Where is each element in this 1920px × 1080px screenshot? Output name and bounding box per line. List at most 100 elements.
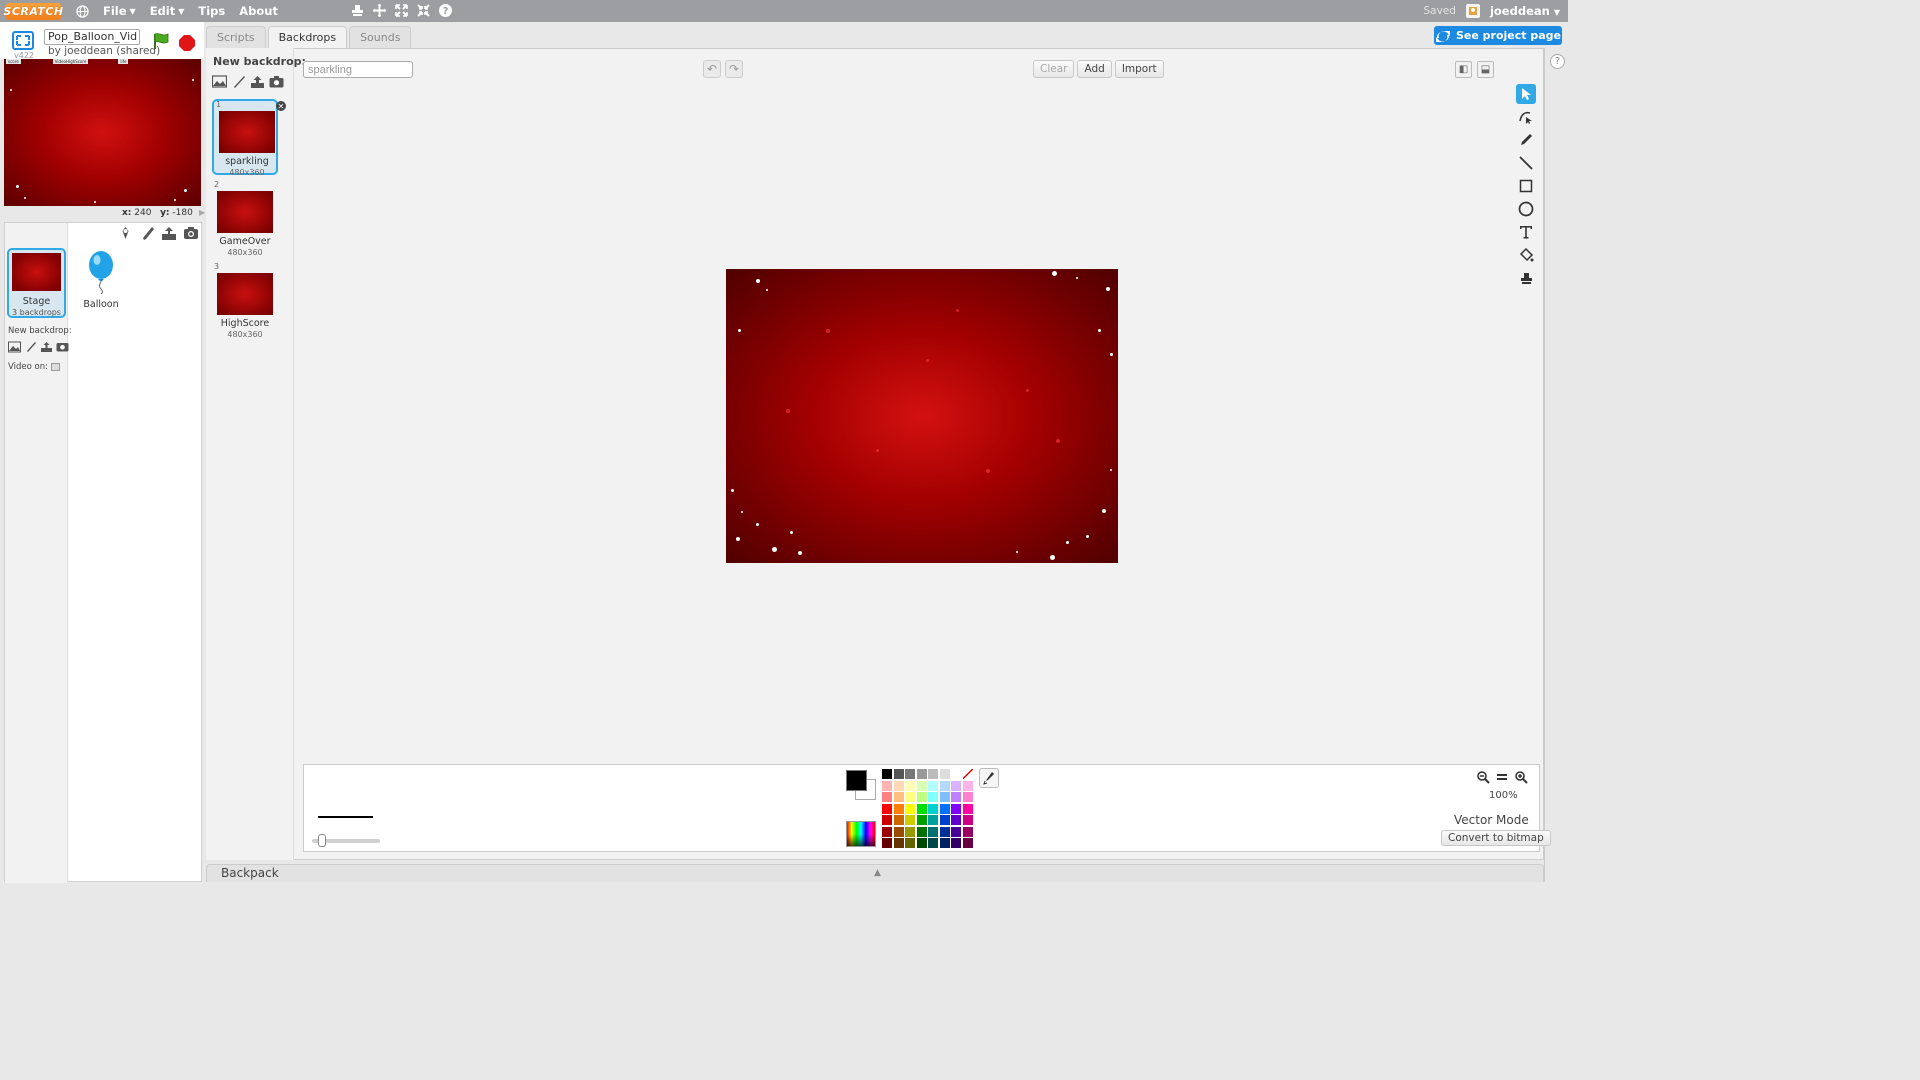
color-swatch[interactable]	[893, 780, 904, 791]
color-swatch[interactable]	[905, 769, 915, 779]
text-tool-icon[interactable]	[1516, 222, 1536, 242]
color-swatch[interactable]	[951, 780, 961, 791]
duplicate-stamp-icon[interactable]	[350, 3, 365, 21]
camera-icon[interactable]	[56, 340, 69, 353]
stage-preview[interactable]: score VideoHighScore life	[4, 59, 201, 206]
delete-backdrop-close-icon[interactable]: ✕	[276, 101, 286, 111]
color-swatch[interactable]	[962, 826, 973, 837]
color-swatch[interactable]	[882, 838, 892, 848]
expand-arrow-icon[interactable]: ▲	[874, 868, 881, 878]
language-globe-icon[interactable]	[75, 4, 89, 18]
color-swatch[interactable]	[916, 803, 927, 814]
color-swatch[interactable]	[916, 769, 927, 779]
color-swatch[interactable]	[939, 815, 950, 825]
color-swatch[interactable]	[939, 769, 950, 779]
video-checkbox[interactable]	[50, 363, 60, 371]
color-swatch[interactable]	[928, 792, 938, 802]
backdrop-library-icon[interactable]	[8, 340, 21, 353]
color-swatch[interactable]	[928, 826, 938, 837]
primary-color-swatch[interactable]	[846, 770, 867, 791]
camera-icon[interactable]	[183, 225, 199, 241]
delete-scissors-icon[interactable]	[372, 3, 387, 21]
green-flag-icon[interactable]	[152, 32, 170, 50]
color-swatch[interactable]	[962, 838, 973, 848]
color-swatch[interactable]	[962, 780, 973, 791]
username-menu[interactable]: joeddean ▼	[1490, 4, 1560, 18]
upload-icon[interactable]	[40, 340, 53, 353]
avatar[interactable]	[1465, 4, 1480, 18]
color-swatch[interactable]	[962, 815, 973, 825]
camera-icon[interactable]	[269, 74, 284, 89]
color-swatch[interactable]	[928, 769, 938, 779]
redo-icon[interactable]: ↷	[725, 60, 743, 78]
tab-backdrops[interactable]: Backdrops	[267, 26, 348, 48]
paint-brush-icon[interactable]	[231, 74, 246, 89]
color-swatch[interactable]	[882, 769, 892, 779]
color-swatch[interactable]	[893, 803, 904, 814]
menu-tips[interactable]: Tips	[198, 4, 225, 18]
see-project-page-button[interactable]: See project page	[1434, 26, 1562, 45]
menu-file[interactable]: File ▼	[103, 4, 136, 18]
stop-sign-icon[interactable]	[179, 35, 195, 51]
color-swatch[interactable]	[893, 769, 904, 779]
color-swatch[interactable]	[882, 803, 892, 814]
color-swatch[interactable]	[939, 792, 950, 802]
stamp-icon[interactable]	[1516, 268, 1536, 288]
pencil-icon[interactable]	[1516, 130, 1536, 150]
ellipse-tool-icon[interactable]	[1516, 199, 1536, 219]
backdrop-item-highscore[interactable]: 3 HighScore 480x360	[212, 262, 278, 339]
color-swatch[interactable]	[951, 826, 961, 837]
tab-sounds[interactable]: Sounds	[349, 26, 412, 48]
color-swatch[interactable]	[905, 838, 915, 848]
backdrop-item-gameover[interactable]: 2 GameOver 480x360	[212, 180, 278, 257]
color-swatch[interactable]	[882, 826, 892, 837]
color-swatch[interactable]	[905, 803, 915, 814]
video-on-toggle[interactable]: Video on:	[8, 362, 60, 372]
import-button[interactable]: Import	[1114, 60, 1164, 78]
color-swatch[interactable]	[916, 838, 927, 848]
select-arrow-icon[interactable]	[1516, 84, 1536, 104]
help-icon[interactable]: ?	[438, 3, 453, 21]
color-swatch[interactable]	[951, 838, 961, 848]
flip-vertical-icon[interactable]: ⬓	[1477, 61, 1494, 78]
reshape-icon[interactable]	[1516, 107, 1536, 127]
color-swatch[interactable]	[951, 792, 961, 802]
backpack-bar[interactable]: Backpack ▲	[206, 864, 1544, 882]
color-swatch[interactable]	[928, 815, 938, 825]
color-swatch[interactable]	[939, 826, 950, 837]
color-swatch[interactable]	[951, 803, 961, 814]
upload-icon[interactable]	[161, 225, 177, 241]
convert-to-bitmap-button[interactable]: Convert to bitmap	[1441, 830, 1551, 846]
line-tool-icon[interactable]	[1516, 153, 1536, 173]
stage-thumbnail[interactable]: Stage 3 backdrops	[7, 248, 66, 318]
color-swatch[interactable]	[962, 792, 973, 802]
zoom-out-icon[interactable]	[1475, 769, 1491, 785]
backdrop-name-input[interactable]	[303, 61, 413, 78]
color-swatch[interactable]	[916, 792, 927, 802]
scratch-logo[interactable]: SCRATCH	[3, 2, 63, 20]
color-swatch[interactable]	[928, 838, 938, 848]
color-swatch[interactable]	[939, 838, 950, 848]
color-swatch[interactable]	[916, 826, 927, 837]
color-swatch[interactable]	[893, 815, 904, 825]
flip-horizontal-icon[interactable]: ◧	[1455, 61, 1472, 78]
menu-about[interactable]: About	[239, 4, 278, 18]
color-swatch[interactable]	[905, 815, 915, 825]
color-swatch[interactable]	[882, 792, 892, 802]
project-title-input[interactable]: Pop_Balloon_Vid	[44, 29, 140, 45]
color-swatch[interactable]	[893, 826, 904, 837]
color-swatch[interactable]	[916, 815, 927, 825]
help-icon[interactable]: ?	[1550, 54, 1565, 69]
paint-bucket-icon[interactable]	[1516, 245, 1536, 265]
fullscreen-icon[interactable]	[11, 30, 35, 52]
color-swatch[interactable]	[893, 838, 904, 848]
zoom-in-icon[interactable]	[1513, 769, 1529, 785]
sprite-library-icon[interactable]	[117, 225, 133, 241]
color-swatch[interactable]	[962, 803, 973, 814]
color-swatch[interactable]	[951, 815, 961, 825]
color-swatch[interactable]	[939, 803, 950, 814]
rectangle-tool-icon[interactable]	[1516, 176, 1536, 196]
line-width-slider-thumb[interactable]	[318, 834, 326, 847]
color-swatch[interactable]	[905, 792, 915, 802]
color-swatch[interactable]	[905, 780, 915, 791]
